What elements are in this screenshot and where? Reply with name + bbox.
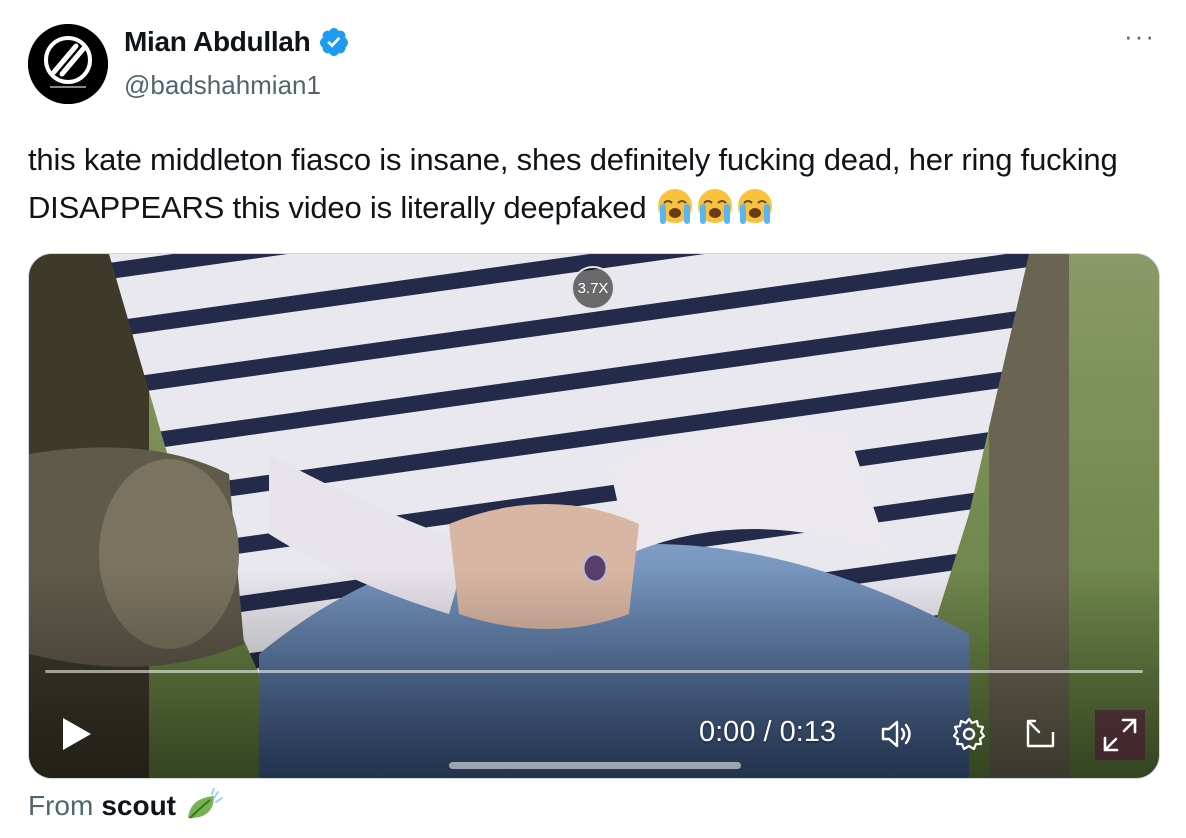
video-progress-bar[interactable] bbox=[45, 670, 1143, 673]
loudly-crying-face-icon bbox=[657, 189, 692, 224]
verified-badge-icon[interactable] bbox=[318, 26, 350, 58]
video-scrub-handle[interactable] bbox=[449, 762, 741, 769]
author-name-row[interactable]: Mian Abdullah bbox=[124, 26, 350, 58]
pip-icon[interactable] bbox=[1019, 712, 1063, 756]
leaf-icon bbox=[188, 788, 224, 819]
volume-icon[interactable] bbox=[875, 712, 919, 756]
video-time-display: 0:00 / 0:13 bbox=[699, 716, 837, 748]
loudly-crying-face-icon bbox=[697, 189, 732, 224]
source-prefix: From bbox=[28, 790, 94, 821]
loudly-crying-face-icon bbox=[737, 189, 772, 224]
avatar[interactable] bbox=[28, 24, 108, 104]
video-player[interactable]: 3.7X 0:00 / 0:13 bbox=[28, 253, 1160, 779]
tweet-source: From scout bbox=[28, 788, 224, 824]
fullscreen-button[interactable] bbox=[1095, 710, 1145, 760]
author-handle[interactable]: @badshahmian1 bbox=[124, 70, 321, 101]
tweet-body: this kate middleton fiasco is insane, sh… bbox=[28, 142, 1118, 225]
more-options-button[interactable]: ··· bbox=[1124, 23, 1156, 49]
fullscreen-icon bbox=[1103, 718, 1137, 752]
playback-speed-badge[interactable]: 3.7X bbox=[571, 266, 615, 310]
ent-logo-icon bbox=[28, 24, 108, 104]
author-display-name[interactable]: Mian Abdullah bbox=[124, 26, 311, 58]
video-frame bbox=[29, 254, 1159, 778]
settings-icon[interactable] bbox=[947, 712, 991, 756]
source-name-link[interactable]: scout bbox=[101, 790, 176, 822]
tweet-text: this kate middleton fiasco is insane, sh… bbox=[28, 136, 1138, 232]
play-icon[interactable] bbox=[57, 712, 97, 756]
